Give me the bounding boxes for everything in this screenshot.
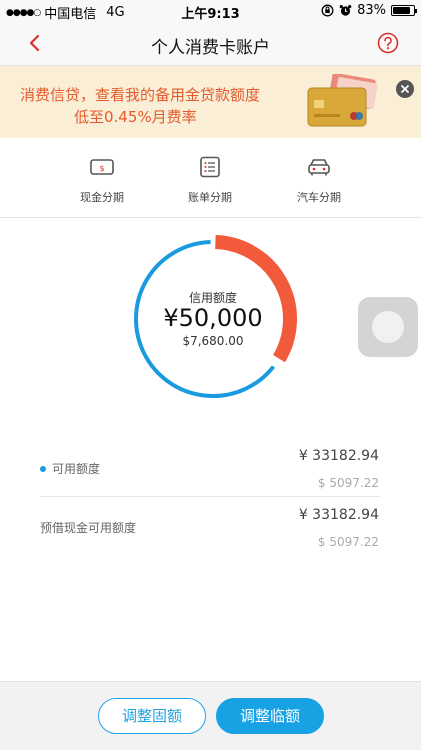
bill-installment-icon — [200, 156, 220, 178]
credit-limit-usd: $7,680.00 — [182, 334, 244, 348]
status-bar: ●●●●○ 中国电信 4G 上午9:13 83% — [0, 0, 421, 22]
adjust-fixed-limit-button[interactable]: 调整固额 — [98, 698, 206, 734]
battery-icon — [391, 5, 417, 16]
cash-installment-icon: $ — [90, 159, 114, 175]
svg-text:$: $ — [99, 164, 104, 173]
available-credit-text: 可用额度 — [52, 462, 101, 476]
available-credit-usd: $ 5097.22 — [317, 476, 379, 490]
credit-limit-gauge: 信用额度 ¥50,000 $7,680.00 — [128, 234, 298, 404]
quick-action-label: 现金分期 — [80, 191, 124, 204]
quick-action-cash-installment[interactable]: $ 现金分期 — [57, 156, 147, 205]
car-installment-icon — [308, 159, 330, 176]
battery-level — [393, 7, 410, 14]
footer-bar: 调整固额 调整临额 — [0, 681, 421, 750]
quick-action-label: 汽车分期 — [297, 191, 341, 204]
rotation-lock-icon — [321, 4, 334, 17]
quick-action-label: 账单分期 — [188, 191, 232, 204]
quick-action-bill-installment[interactable]: 账单分期 — [165, 156, 255, 205]
quick-action-car-installment[interactable]: 汽车分期 — [274, 156, 364, 205]
available-dot-icon — [40, 465, 46, 472]
available-credit-row: 可用额度 ¥ 33182.94 $ 5097.22 — [0, 448, 421, 498]
banner-headline: 消费信贷，查看我的备用金贷款额度 — [20, 86, 261, 104]
quick-actions: $ 现金分期 账单分期 汽车分期 — [0, 138, 421, 218]
available-credit-cny: ¥ 33182.94 — [298, 448, 379, 464]
close-icon — [401, 85, 409, 93]
row-divider — [40, 496, 380, 497]
adjust-temp-limit-button[interactable]: 调整临额 — [216, 698, 324, 734]
alarm-icon — [339, 5, 352, 16]
cash-advance-cny: ¥ 33182.94 — [298, 507, 379, 523]
page-title: 个人消费卡账户 — [151, 38, 270, 58]
nav-bar: 个人消费卡账户 — [0, 22, 421, 66]
credit-limit-amount: ¥50,000 — [163, 304, 263, 332]
assistive-touch-knob — [372, 311, 404, 343]
promo-banner[interactable]: 消费信贷，查看我的备用金贷款额度 低至0.45%月费率 — [0, 66, 421, 138]
cash-advance-row: 预借现金可用额度 ¥ 33182.94 $ 5097.22 — [0, 507, 421, 557]
battery-percent: 83% — [357, 3, 386, 18]
status-right: 83% — [321, 3, 417, 18]
banner-rate: 低至0.45%月费率 — [74, 108, 197, 126]
available-credit-label: 可用额度 — [40, 460, 100, 477]
cash-advance-usd: $ 5097.22 — [317, 535, 379, 549]
cash-advance-label: 预借现金可用额度 — [40, 521, 137, 535]
help-icon[interactable] — [377, 32, 399, 54]
banner-close-button[interactable] — [396, 80, 414, 98]
assistive-touch-button[interactable] — [358, 297, 418, 357]
credit-cards-icon — [307, 74, 378, 127]
